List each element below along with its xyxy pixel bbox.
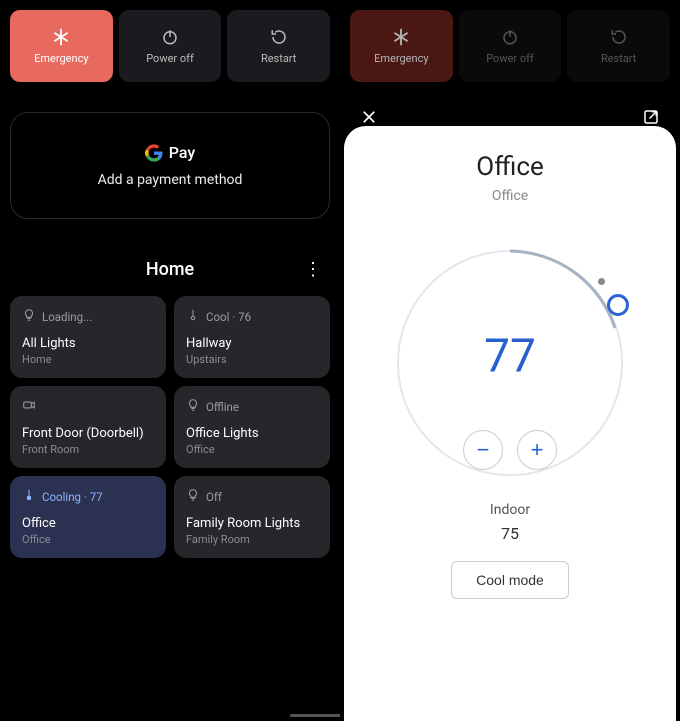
set-temperature: 77 [484,330,536,384]
home-header: Home ⋮ [10,259,330,280]
power-off-label: Power off [146,52,194,65]
thermostat-sheet: Office Office 77 − + Indoor 75 Cool mode [344,126,676,721]
mode-button[interactable]: Cool mode [451,561,569,599]
device-status: Offline [206,400,239,414]
close-icon [360,108,378,126]
device-name: Office Lights [186,426,318,441]
indoor-label: Indoor [490,502,530,518]
thermo-title: Office [476,152,543,182]
thermo-icon [186,308,200,325]
indoor-temp: 75 [501,524,519,543]
device-location: Office [186,443,318,456]
power-row-background: Emergency Power off Restart [350,10,670,82]
device-tile[interactable]: Off Family Room Lights Family Room [174,476,330,558]
device-status: Loading... [42,310,92,324]
device-name: Office [22,516,154,531]
asterisk-icon [52,28,70,46]
device-tile[interactable]: Cooling · 77 Office Office [10,476,166,558]
device-status: Off [206,490,222,504]
device-status: Cooling · 77 [42,490,103,504]
thermostat-panel: Emergency Power off Restart Office Offic… [340,0,680,721]
device-tile[interactable]: Offline Office Lights Office [174,386,330,468]
power-menu-panel: Emergency Power off Restart Pay Add a pa… [0,0,340,721]
restart-button-bg: Restart [567,10,670,82]
bulb-icon [186,488,200,505]
device-location: Upstairs [186,353,318,366]
power-row: Emergency Power off Restart [10,10,330,82]
power-off-button[interactable]: Power off [119,10,222,82]
cam-icon [22,398,36,415]
restart-label: Restart [261,52,296,65]
power-icon [161,28,179,46]
dial-current-dot [598,278,605,285]
device-tile[interactable]: Loading... All Lights Home [10,296,166,378]
temp-increase-button[interactable]: + [517,430,557,470]
device-location: Home [22,353,154,366]
google-pay-subtitle: Add a payment method [27,172,313,188]
device-location: Office [22,533,154,546]
bulb-icon [186,398,200,415]
emergency-label: Emergency [34,52,88,65]
device-name: Front Door (Doorbell) [22,426,154,441]
emergency-button[interactable]: Emergency [10,10,113,82]
device-grid: Loading... All Lights Home Cool · 76 Hal… [10,296,330,558]
device-name: All Lights [22,336,154,351]
google-pay-card[interactable]: Pay Add a payment method [10,112,330,219]
asterisk-icon [392,28,410,46]
open-external-icon [642,108,660,126]
temp-decrease-button[interactable]: − [463,430,503,470]
device-status-row: Off [186,488,318,505]
device-status-row [22,398,154,415]
more-button[interactable]: ⋮ [304,259,322,280]
google-logo-icon [145,144,163,162]
thermostat-dial[interactable]: 77 − + [385,238,635,488]
device-status-row: Cooling · 77 [22,488,154,505]
emergency-button-bg: Emergency [350,10,453,82]
restart-icon [270,28,288,46]
device-status: Cool · 76 [206,310,251,324]
thermo-icon [22,488,36,505]
restart-button[interactable]: Restart [227,10,330,82]
device-name: Hallway [186,336,318,351]
device-tile[interactable]: Cool · 76 Hallway Upstairs [174,296,330,378]
bulb-icon [22,308,36,325]
device-location: Front Room [22,443,154,456]
device-location: Family Room [186,533,318,546]
device-status-row: Offline [186,398,318,415]
home-title: Home [146,259,194,280]
dial-knob[interactable] [607,294,629,316]
restart-icon [610,28,628,46]
google-pay-title: Pay [169,143,195,162]
device-status-row: Cool · 76 [186,308,318,325]
google-pay-title-row: Pay [27,143,313,162]
power-off-button-bg: Power off [459,10,562,82]
device-name: Family Room Lights [186,516,318,531]
power-icon [501,28,519,46]
device-status-row: Loading... [22,308,154,325]
device-tile[interactable]: Front Door (Doorbell) Front Room [10,386,166,468]
thermo-subtitle: Office [492,188,528,204]
right-top-dim: Emergency Power off Restart [340,0,680,120]
